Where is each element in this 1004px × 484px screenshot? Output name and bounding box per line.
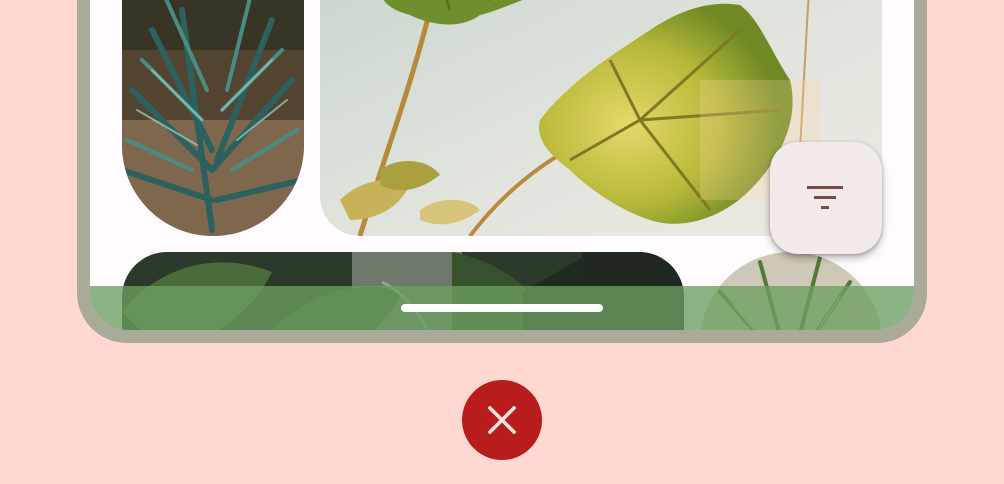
filter-list-icon bbox=[807, 186, 843, 209]
system-navigation-bar bbox=[90, 286, 914, 330]
photo-tile-palm[interactable] bbox=[122, 0, 304, 236]
palm-plant-photo bbox=[122, 0, 304, 236]
close-button[interactable] bbox=[462, 380, 542, 460]
gesture-handle[interactable] bbox=[401, 304, 603, 312]
stage bbox=[0, 0, 1004, 484]
close-icon bbox=[487, 405, 517, 435]
filter-fab-button[interactable] bbox=[770, 142, 882, 254]
